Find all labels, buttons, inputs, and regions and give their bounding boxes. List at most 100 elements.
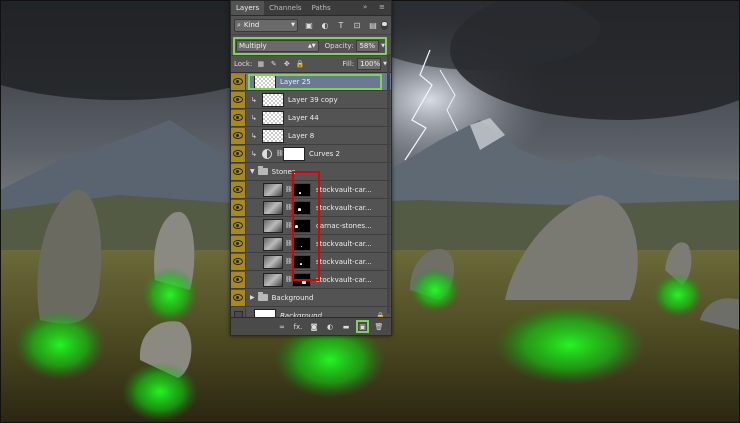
eye-icon[interactable]: [231, 235, 246, 252]
hamburger-menu-icon[interactable]: ≡: [379, 3, 385, 11]
eye-icon[interactable]: [231, 91, 246, 108]
new-layer-icon[interactable]: ▣: [356, 320, 369, 333]
blend-mode-select[interactable]: Multiply ▲▼: [236, 40, 319, 52]
layer-row-stone-6[interactable]: ⛓ stockvault-car...: [231, 271, 391, 289]
chevron-down-icon[interactable]: ▼: [250, 168, 255, 175]
adjustment-filter-icon[interactable]: ◐: [320, 20, 330, 30]
type-filter-icon[interactable]: T: [336, 20, 346, 30]
tab-channels[interactable]: Channels: [264, 1, 306, 15]
layer-row-background-group[interactable]: ▶ Background: [231, 289, 391, 307]
layer-thumbnail: [263, 182, 283, 197]
layers-panel: Layers Channels Paths » ≡ ⌕ Kind ▼ ▣ ◐ T…: [230, 0, 392, 336]
eye-icon[interactable]: [231, 289, 246, 306]
fill-input[interactable]: 100%: [357, 58, 382, 70]
blend-row: Multiply ▲▼ Opacity: 58% ▼: [231, 35, 391, 56]
layer-name: Layer 44: [288, 113, 319, 122]
opacity-slider-arrow[interactable]: ▼: [381, 43, 385, 49]
layer-row-stone-4[interactable]: ⛓ stockvault-car...: [231, 235, 391, 253]
kind-filter-select[interactable]: ⌕ Kind ▼: [234, 18, 298, 32]
layer-thumbnail: [263, 272, 283, 287]
layer-name: Layer 25: [280, 77, 311, 86]
layer-row-stone-2[interactable]: ⛓ stockvault-car...: [231, 199, 391, 217]
lock-move-icon[interactable]: ✥: [282, 60, 291, 69]
layer-thumbnail: [262, 128, 284, 143]
tab-layers[interactable]: Layers: [231, 1, 265, 15]
layer-thumbnail: [263, 236, 283, 251]
blend-mode-value: Multiply: [239, 42, 267, 50]
adjustment-icon[interactable]: ◐: [324, 321, 336, 333]
eye-icon[interactable]: [231, 271, 246, 288]
shape-filter-icon[interactable]: ⊡: [352, 20, 362, 30]
chain-link-icon: ⛓: [285, 204, 293, 211]
layer-name: Curves 2: [309, 149, 340, 158]
layer-mask-thumbnail: [292, 236, 311, 251]
pixel-filter-icon[interactable]: ▣: [304, 20, 314, 30]
tab-paths[interactable]: Paths: [307, 1, 336, 15]
layer-row-stone-1[interactable]: ⛓ stockvault-car...: [231, 181, 391, 199]
chain-link-icon: ⛓: [285, 222, 293, 229]
layer-name: Background: [271, 293, 314, 302]
lock-all-icon[interactable]: 🔒: [295, 60, 304, 69]
eye-icon[interactable]: [231, 163, 246, 180]
blend-highlight-outline: Multiply ▲▼ Opacity: 58% ▼: [233, 37, 387, 55]
layer-row-curves-2[interactable]: ↳ ⛓ Curves 2: [231, 145, 391, 163]
eye-icon[interactable]: [231, 109, 246, 126]
fill-label: Fill:: [342, 60, 355, 68]
trash-icon[interactable]: 🗑: [373, 321, 385, 333]
double-chevron-icon[interactable]: »: [363, 3, 367, 11]
clipping-arrow-icon: ↳: [251, 131, 257, 140]
folder-icon: [257, 166, 268, 175]
layer-name: stockvault-car...: [316, 257, 372, 266]
layer-thumbnail: [262, 92, 284, 107]
chain-link-icon: ⛓: [285, 276, 293, 283]
layer-name: stockvault-car...: [316, 203, 372, 212]
layer-thumbnail: [263, 218, 283, 233]
layer-mask-thumbnail: [292, 254, 311, 269]
eye-icon[interactable]: [231, 217, 246, 234]
mask-icon[interactable]: ◙: [308, 321, 320, 333]
layer-mask-thumbnail: [292, 182, 311, 197]
layer-name: stockvault-car...: [316, 185, 372, 194]
fx-icon[interactable]: fx.: [292, 321, 304, 333]
layer-row-stone-3[interactable]: ⛓ carnac-stones...: [231, 217, 391, 235]
layer-list-scrollbar[interactable]: [387, 54, 390, 314]
smart-object-filter-icon[interactable]: ▤: [368, 20, 378, 30]
layer-row-layer-44[interactable]: ↳ Layer 44: [231, 109, 391, 127]
lock-transparency-icon[interactable]: ▦: [256, 60, 265, 69]
clipping-arrow-icon: ↳: [251, 95, 257, 104]
chain-link-icon: ⛓: [285, 186, 293, 193]
layer-thumbnail: [263, 200, 283, 215]
lock-row: Lock: ▦ ✎ ✥ 🔒 Fill: 100% ▼: [231, 56, 391, 73]
eye-icon[interactable]: [231, 181, 246, 198]
layer-mask-thumbnail: [292, 218, 311, 233]
clipping-arrow-icon: ↳: [251, 149, 257, 158]
curves-adjustment-icon: [262, 148, 272, 159]
eye-icon[interactable]: [231, 127, 246, 144]
panel-bottom-toolbar: ∞ fx. ◙ ◐ ▬ ▣ 🗑: [231, 317, 391, 335]
folder-icon: [257, 292, 268, 301]
eye-icon[interactable]: [231, 73, 246, 90]
opacity-input[interactable]: 58%: [356, 40, 380, 52]
filter-row: ⌕ Kind ▼ ▣ ◐ T ⊡ ▤: [231, 16, 391, 35]
layer-row-layer-39-copy[interactable]: ↳ Layer 39 copy: [231, 91, 391, 109]
eye-icon[interactable]: [231, 199, 246, 216]
layer-list: Layer 25 ↳ Layer 39 copy ↳ Layer 44 ↳ La…: [231, 73, 391, 325]
link-icon[interactable]: ∞: [276, 321, 288, 333]
chain-link-icon: ⛓: [285, 240, 293, 247]
clipping-arrow-icon: ↳: [251, 113, 257, 122]
eye-icon[interactable]: [231, 253, 246, 270]
eye-icon[interactable]: [231, 145, 246, 162]
chevron-down-icon: ▼: [291, 22, 295, 28]
layer-row-stone-5[interactable]: ⛓ stockvault-car...: [231, 253, 391, 271]
lock-brush-icon[interactable]: ✎: [269, 60, 278, 69]
opacity-label: Opacity:: [324, 42, 354, 50]
chevron-right-icon[interactable]: ▶: [250, 294, 255, 301]
layer-mask-thumbnail: [292, 272, 311, 287]
layer-row-layer-25[interactable]: Layer 25: [231, 73, 391, 91]
layer-row-layer-8[interactable]: ↳ Layer 8: [231, 127, 391, 145]
folder-icon[interactable]: ▬: [340, 321, 352, 333]
layer-name: stockvault-car...: [316, 275, 372, 284]
chain-link-icon: ⛓: [285, 258, 293, 265]
layer-row-stones-group[interactable]: ▼ Stones: [231, 163, 391, 181]
filter-toggle[interactable]: [381, 20, 388, 30]
